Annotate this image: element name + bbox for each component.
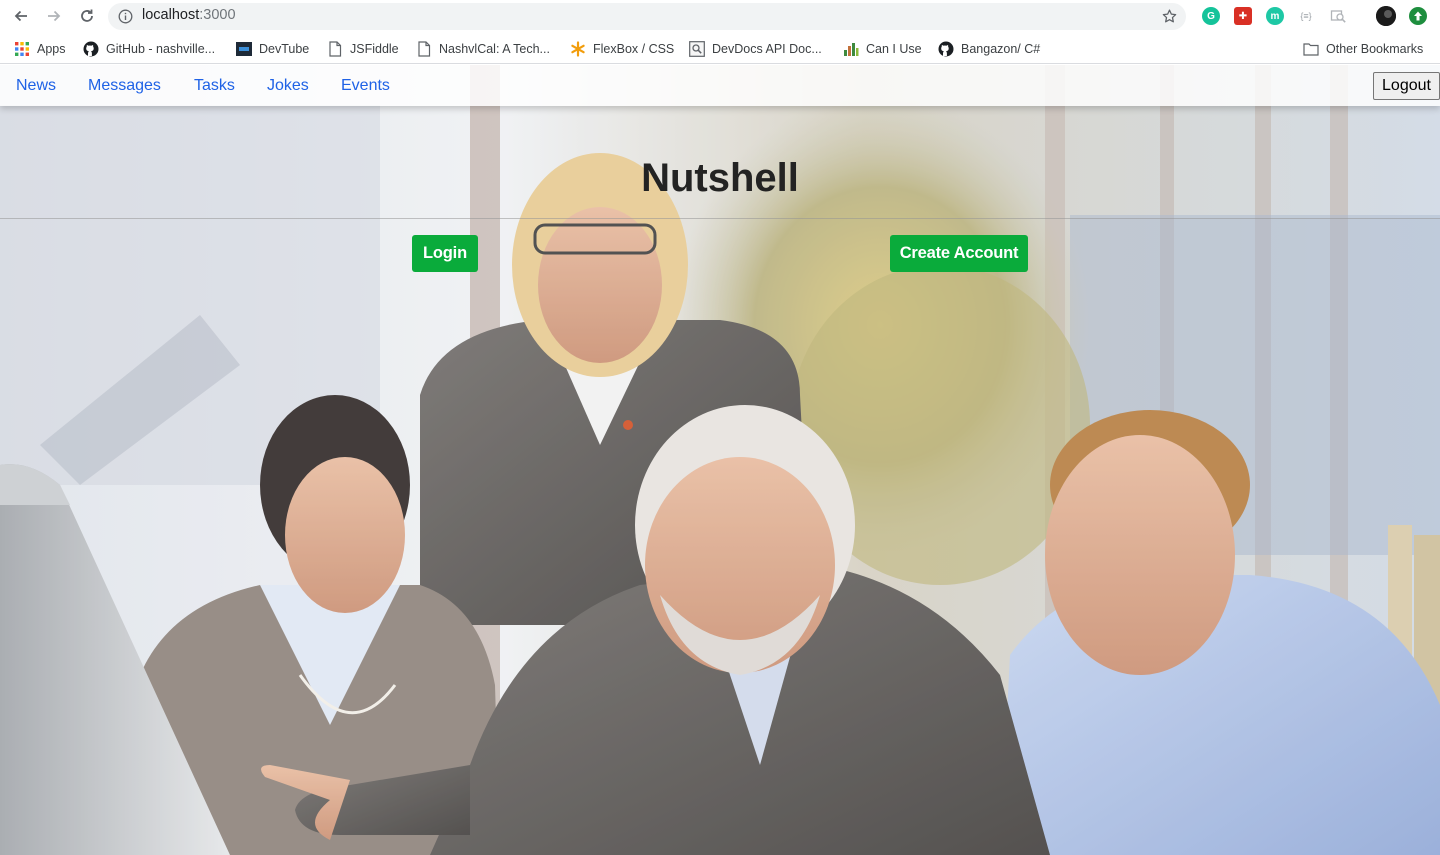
github-icon	[938, 41, 954, 57]
nav-link-messages[interactable]: Messages	[88, 77, 161, 95]
other-bookmarks[interactable]: Other Bookmarks	[1303, 40, 1423, 57]
json-extension-icon[interactable]: {≡}	[1297, 7, 1315, 25]
page-viewport: News Messages Tasks Jokes Events Logout …	[0, 65, 1440, 855]
bookmark-label: GitHub - nashville...	[106, 41, 216, 56]
login-button[interactable]: Login	[412, 235, 478, 272]
bookmark-label: Bangazon/ C#	[961, 41, 1041, 56]
back-arrow-icon[interactable]	[11, 6, 31, 26]
nav-link-news[interactable]: News	[16, 77, 56, 95]
bookmarks-bar: Apps GitHub - nashville... DevTube JSFid…	[0, 33, 1440, 64]
update-arrow-icon[interactable]	[1409, 7, 1427, 25]
address-bar[interactable]: localhost:3000	[108, 3, 1186, 30]
reload-icon[interactable]	[77, 6, 97, 26]
page-icon	[416, 40, 432, 57]
inspect-extension-icon[interactable]	[1329, 7, 1347, 25]
bookmark-can-i-use[interactable]: Can I Use	[843, 40, 922, 57]
grammarly-extension-icon[interactable]: G	[1202, 7, 1220, 25]
teal-extension-icon[interactable]: m	[1266, 7, 1284, 25]
create-account-button[interactable]: Create Account	[890, 235, 1028, 272]
devtube-icon	[236, 41, 252, 57]
browser-toolbar: localhost:3000 G ✚ m {≡}	[0, 0, 1440, 33]
bookmark-label: Apps	[37, 41, 66, 56]
bookmark-star-icon[interactable]	[1161, 8, 1178, 25]
bookmark-label: FlexBox / CSS	[593, 41, 675, 56]
bookmark-label: Can I Use	[866, 41, 922, 56]
bookmark-label: NashvlCal: A Tech...	[439, 41, 550, 56]
bookmark-label: Other Bookmarks	[1326, 41, 1424, 56]
bookmark-label: DevDocs API Doc...	[712, 41, 822, 56]
bookmark-jsfiddle[interactable]: JSFiddle	[327, 40, 399, 57]
url-text: localhost:3000	[142, 7, 236, 23]
github-icon	[83, 41, 99, 57]
red-extension-icon[interactable]: ✚	[1234, 7, 1252, 25]
page-title: Nutshell	[641, 156, 799, 200]
bookmark-devdocs[interactable]: DevDocs API Doc...	[689, 40, 822, 57]
app-navbar: News Messages Tasks Jokes Events Logout	[0, 65, 1440, 106]
bookmark-flexbox-css[interactable]: FlexBox / CSS	[570, 40, 674, 57]
bookmark-apps[interactable]: Apps	[14, 40, 66, 57]
bookmark-devtube[interactable]: DevTube	[236, 40, 309, 57]
folder-icon	[1303, 41, 1319, 57]
bookmark-label: JSFiddle	[350, 41, 399, 56]
nav-link-tasks[interactable]: Tasks	[194, 77, 235, 95]
nav-link-events[interactable]: Events	[341, 77, 390, 95]
devdocs-icon	[689, 40, 705, 57]
profile-avatar-icon[interactable]	[1376, 6, 1396, 26]
apps-grid-icon	[14, 41, 30, 57]
bookmark-github-nashville[interactable]: GitHub - nashville...	[83, 40, 215, 57]
asterisk-icon	[570, 40, 586, 57]
site-info-icon[interactable]	[118, 9, 133, 24]
bookmark-label: DevTube	[259, 41, 310, 56]
forward-arrow-icon[interactable]	[44, 6, 64, 26]
title-divider	[0, 218, 1440, 219]
nav-link-jokes[interactable]: Jokes	[267, 77, 309, 95]
caniuse-icon	[843, 41, 859, 57]
logout-button[interactable]: Logout	[1373, 72, 1440, 100]
page-icon	[327, 40, 343, 57]
bookmark-nashvlcal[interactable]: NashvlCal: A Tech...	[416, 40, 550, 57]
bookmark-bangazon[interactable]: Bangazon/ C#	[938, 40, 1040, 57]
